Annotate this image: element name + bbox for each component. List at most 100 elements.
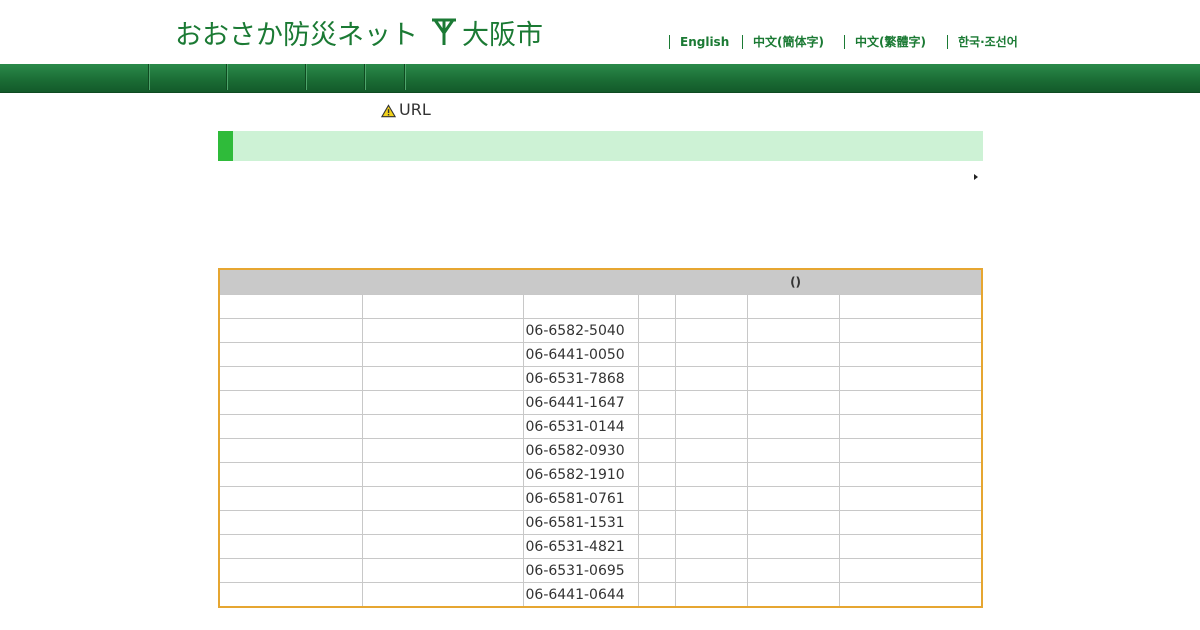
table-cell <box>220 342 363 367</box>
table-cell <box>674 366 748 391</box>
nav-divider <box>405 64 406 90</box>
phone-cell: 06-6582-0930 <box>522 438 639 463</box>
lang-link-chinese-simplified[interactable]: 中文(簡体字) <box>742 35 844 49</box>
phone-cell <box>522 294 639 319</box>
table-cell <box>361 318 524 343</box>
heading-accent <box>218 131 233 161</box>
table-cell <box>746 582 840 606</box>
table-cell <box>361 558 524 583</box>
notice-text: URL <box>399 100 431 119</box>
table-cell <box>361 390 524 415</box>
phone-cell: 06-6531-7868 <box>522 366 639 391</box>
table-cell <box>746 462 840 487</box>
table-cell <box>838 582 982 606</box>
table-cell <box>746 390 840 415</box>
table-cell <box>637 390 676 415</box>
table-cell <box>220 558 363 583</box>
table-cell <box>838 318 982 343</box>
nav-divider <box>227 64 228 90</box>
table-cell <box>838 414 982 439</box>
table-cell <box>637 558 676 583</box>
site-logo[interactable]: おおさか防災ネット 大阪市 <box>175 14 543 51</box>
phone-cell: 06-6441-0050 <box>522 342 639 367</box>
phone-cell: 06-6441-0644 <box>522 582 639 606</box>
arrow-link-icon[interactable] <box>972 173 980 181</box>
language-menu: English 中文(簡体字) 中文(繁體字) 한국·조선어 <box>669 35 1028 49</box>
table-cell <box>220 510 363 535</box>
table-cell <box>838 510 982 535</box>
facility-table: () 06-6582-5040 06-6441-0050 06-6531-7868 0… <box>218 268 983 608</box>
table-cell <box>674 438 748 463</box>
section-heading <box>218 131 983 161</box>
url-notice: URL <box>381 100 431 119</box>
table-cell <box>637 366 676 391</box>
table-row: 06-6581-1531 <box>220 510 982 535</box>
table-cell <box>220 582 363 606</box>
table-cell <box>220 414 363 439</box>
table-row: 06-6582-1910 <box>220 462 982 487</box>
table-cell <box>220 462 363 487</box>
phone-cell: 06-6582-5040 <box>522 318 639 343</box>
table-cell <box>746 294 840 319</box>
nav-divider <box>365 64 366 90</box>
table-cell <box>361 534 524 559</box>
table-cell <box>746 318 840 343</box>
table-cell <box>746 438 840 463</box>
table-cell <box>220 366 363 391</box>
table-cell <box>746 342 840 367</box>
table-cell <box>838 390 982 415</box>
phone-cell: 06-6441-1647 <box>522 390 639 415</box>
table-header-row: () <box>220 270 982 295</box>
table-cell <box>361 414 524 439</box>
table-row <box>220 294 982 319</box>
global-nav-bar <box>0 64 1200 93</box>
table-cell <box>838 294 982 319</box>
table-row: 06-6441-0644 <box>220 582 982 606</box>
table-cell <box>361 486 524 511</box>
table-row: 06-6582-5040 <box>220 318 982 343</box>
phone-cell: 06-6531-0695 <box>522 558 639 583</box>
table-cell <box>674 486 748 511</box>
table-cell <box>674 534 748 559</box>
table-body: 06-6582-5040 06-6441-0050 06-6531-7868 06-6… <box>220 294 982 606</box>
table-cell <box>361 510 524 535</box>
table-cell <box>220 486 363 511</box>
table-row: 06-6441-0050 <box>220 342 982 367</box>
table-cell <box>637 582 676 606</box>
table-cell <box>674 582 748 606</box>
table-cell <box>838 342 982 367</box>
table-cell <box>674 510 748 535</box>
phone-cell: 06-6581-1531 <box>522 510 639 535</box>
table-header-cell: () <box>220 270 840 295</box>
table-cell <box>361 462 524 487</box>
table-cell <box>674 318 748 343</box>
site-name: おおさか防災ネット <box>175 19 418 51</box>
table-cell <box>746 486 840 511</box>
table-cell <box>746 534 840 559</box>
table-cell <box>637 414 676 439</box>
table-cell <box>674 558 748 583</box>
table-cell <box>637 534 676 559</box>
table-cell <box>220 438 363 463</box>
table-cell <box>637 294 676 319</box>
lang-link-english[interactable]: English <box>669 35 742 49</box>
table-cell <box>746 366 840 391</box>
table-cell <box>637 486 676 511</box>
phone-cell: 06-6531-4821 <box>522 534 639 559</box>
table-cell <box>838 438 982 463</box>
lang-link-chinese-traditional[interactable]: 中文(繁體字) <box>844 35 947 49</box>
table-cell <box>637 342 676 367</box>
lang-link-korean[interactable]: 한국·조선어 <box>947 35 1028 49</box>
table-row: 06-6531-0144 <box>220 414 982 439</box>
table-row: 06-6531-4821 <box>220 534 982 559</box>
table-cell <box>361 366 524 391</box>
table-row: 06-6441-1647 <box>220 390 982 415</box>
osaka-city-emblem-icon <box>432 18 456 45</box>
table-cell <box>838 534 982 559</box>
table-cell <box>220 390 363 415</box>
table-row: 06-6581-0761 <box>220 486 982 511</box>
city-name: 大阪市 <box>462 19 543 51</box>
nav-divider <box>149 64 150 90</box>
table-row: 06-6582-0930 <box>220 438 982 463</box>
table-cell <box>220 534 363 559</box>
